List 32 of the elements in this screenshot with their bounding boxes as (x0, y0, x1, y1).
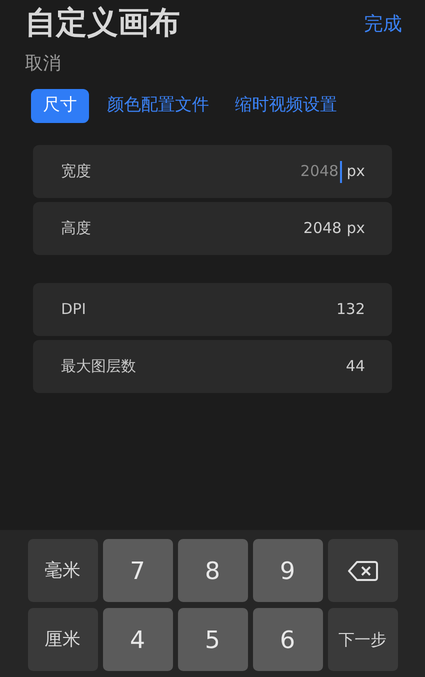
value-field[interactable]: 2048 (303, 217, 342, 240)
backspace-key[interactable] (328, 539, 398, 602)
setting-row[interactable]: 宽度 2048 px (33, 145, 392, 198)
setting-label: 宽度 (61, 161, 91, 182)
digit-key[interactable]: 8 (178, 539, 248, 602)
unit-label: px (346, 218, 365, 240)
tab[interactable]: 尺寸 (31, 89, 89, 123)
setting-label: 高度 (61, 218, 91, 240)
setting-row[interactable]: 高度 2048 px (33, 202, 392, 255)
page-title: 自定义画布 (25, 4, 180, 42)
setting-row[interactable]: 最大图层数 44 (33, 340, 392, 393)
unit-key[interactable]: 毫米 (28, 539, 98, 602)
setting-label: 最大图层数 (61, 356, 136, 378)
setting-row[interactable]: DPI 132 (33, 283, 392, 336)
digit-key[interactable]: 9 (252, 539, 322, 602)
tab[interactable]: 颜色配置文件 (99, 89, 217, 123)
done-button[interactable]: 完成 (364, 10, 402, 38)
value-field[interactable]: 44 (346, 355, 365, 378)
next-key[interactable]: 下一步 (328, 608, 398, 671)
digit-key[interactable]: 5 (178, 608, 248, 671)
value-field[interactable]: 132 (336, 298, 365, 321)
text-cursor (340, 160, 342, 182)
digit-key[interactable]: 4 (102, 608, 172, 671)
unit-label: px (346, 161, 365, 182)
backspace-icon (348, 560, 378, 582)
unit-key[interactable]: 厘米 (28, 608, 98, 671)
tab[interactable]: 缩时视频设置 (227, 89, 345, 123)
digit-key[interactable]: 7 (102, 539, 172, 602)
digit-key[interactable]: 6 (252, 608, 322, 671)
setting-label: DPI (61, 299, 86, 320)
cancel-button[interactable]: 取消 (25, 50, 61, 77)
value-field[interactable]: 2048 (300, 160, 339, 183)
